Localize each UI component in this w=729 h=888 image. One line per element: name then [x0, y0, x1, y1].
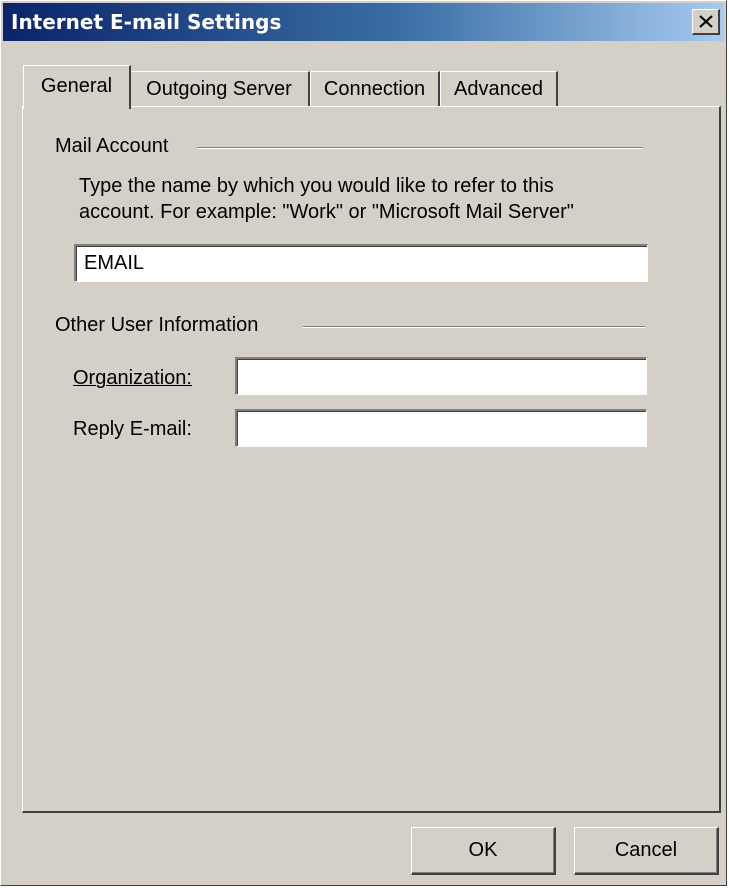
- tab-general[interactable]: General: [23, 65, 131, 109]
- tab-strip: General Outgoing Server Connection Advan…: [23, 65, 623, 109]
- mail-account-description: Type the name by which you would like to…: [79, 173, 679, 225]
- close-button[interactable]: [692, 9, 720, 35]
- mail-account-divider: [197, 147, 643, 149]
- cancel-button[interactable]: Cancel: [574, 827, 719, 875]
- tab-connection-label: Connection: [323, 78, 426, 100]
- title-bar[interactable]: Internet E-mail Settings: [3, 3, 724, 41]
- mail-account-group-label: Mail Account: [55, 135, 175, 158]
- tab-advanced[interactable]: Advanced: [440, 71, 558, 107]
- other-user-info-group-label: Other User Information: [55, 314, 265, 337]
- window-title: Internet E-mail Settings: [11, 10, 282, 34]
- tab-connection[interactable]: Connection: [310, 71, 440, 107]
- reply-email-label: Reply E-mail:: [73, 418, 192, 440]
- mail-account-description-line1: Type the name by which you would like to…: [79, 175, 554, 197]
- ok-button[interactable]: OK: [411, 827, 556, 875]
- tab-general-label: General: [40, 75, 113, 97]
- close-icon: [699, 15, 713, 28]
- internet-email-settings-dialog: Internet E-mail Settings General Outgoin…: [0, 0, 727, 886]
- tab-outgoing-server[interactable]: Outgoing Server: [129, 71, 310, 107]
- other-user-info-divider: [303, 326, 645, 328]
- tab-outgoing-server-label: Outgoing Server: [146, 78, 292, 100]
- mail-account-description-line2: account. For example: "Work" or "Microso…: [79, 201, 574, 223]
- organization-input[interactable]: [235, 357, 647, 395]
- organization-label: Organization:: [73, 367, 192, 389]
- tab-advanced-label: Advanced: [454, 78, 543, 100]
- reply-email-input[interactable]: [235, 409, 647, 447]
- account-name-input[interactable]: [74, 244, 648, 282]
